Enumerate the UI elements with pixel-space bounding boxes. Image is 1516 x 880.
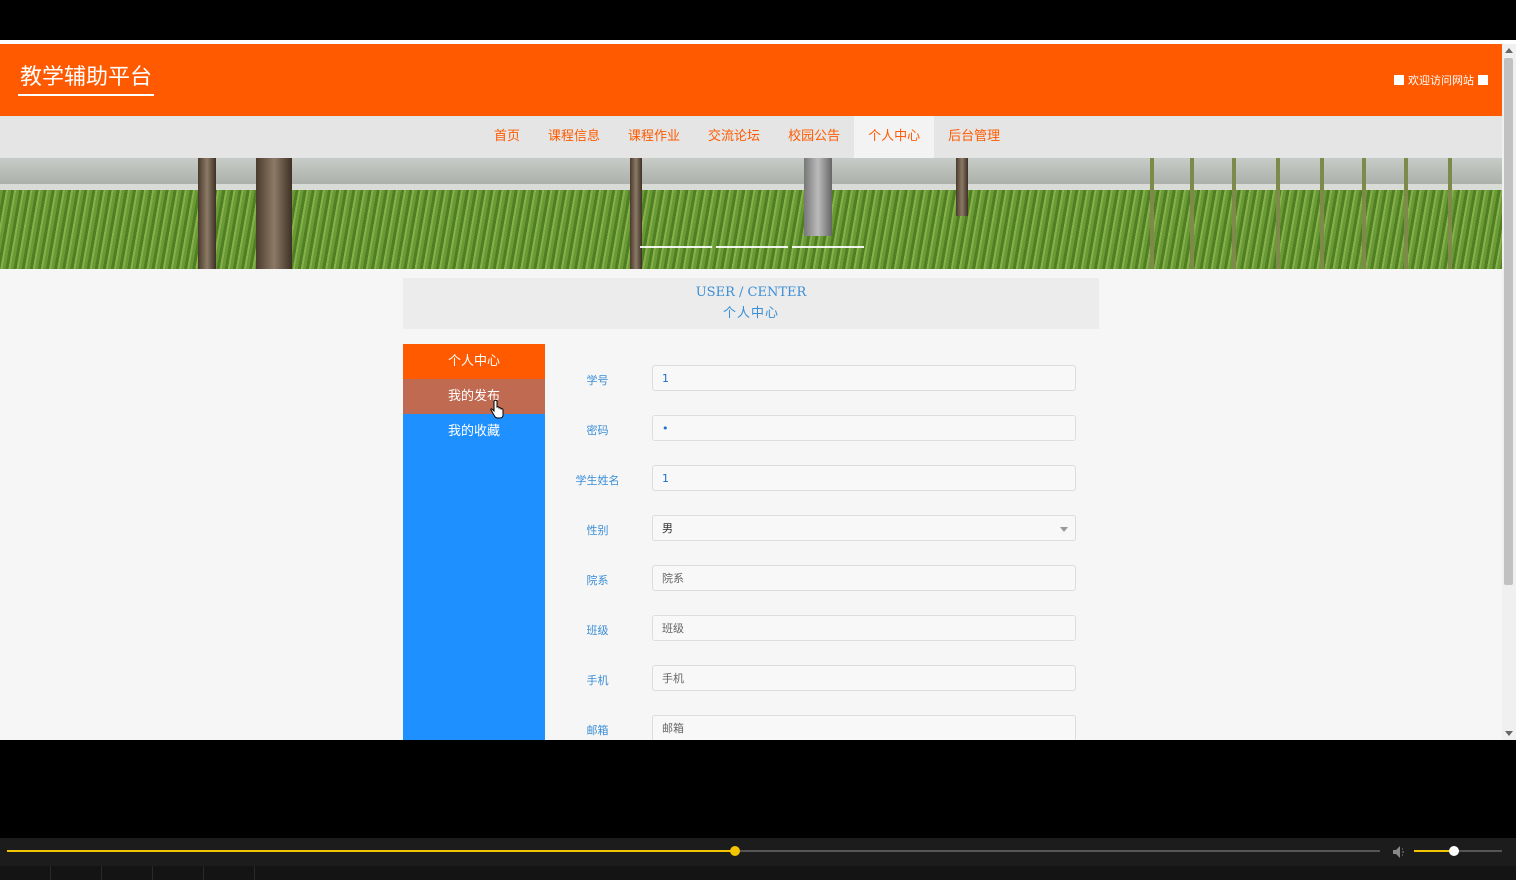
- nav-course-homework[interactable]: 课程作业: [614, 116, 694, 158]
- password-label: 密码: [586, 424, 609, 437]
- nav-home[interactable]: 首页: [480, 116, 534, 158]
- post: [804, 158, 832, 236]
- carousel-indicator-2[interactable]: [716, 246, 788, 248]
- phone-label: 手机: [586, 674, 609, 687]
- form-row-email: 邮箱 邮箱: [560, 714, 1080, 740]
- player-segment: [204, 866, 255, 880]
- bamboo: [1190, 158, 1194, 269]
- nav-user-center[interactable]: 个人中心: [854, 116, 935, 158]
- browser-viewport: 教学辅助平台 欢迎访问网站 首页 课程信息 课程作业 交流论坛 校园公告 个人中…: [0, 40, 1516, 740]
- email-input[interactable]: 邮箱: [652, 715, 1076, 740]
- nav-forum[interactable]: 交流论坛: [694, 116, 774, 158]
- site-title[interactable]: 教学辅助平台: [18, 64, 155, 96]
- site-header: 教学辅助平台 欢迎访问网站: [0, 44, 1502, 116]
- nav-admin[interactable]: 后台管理: [934, 116, 1014, 158]
- side-menu-my-favorites[interactable]: 我的收藏: [403, 414, 545, 449]
- bamboo: [1320, 158, 1324, 269]
- carousel-indicator-1[interactable]: [640, 246, 712, 248]
- volume-handle[interactable]: [1448, 846, 1459, 856]
- tree-trunk: [256, 158, 292, 269]
- welcome-text: 欢迎访问网站: [1408, 74, 1474, 87]
- square-icon: [1394, 75, 1404, 85]
- scroll-down-icon[interactable]: [1505, 731, 1513, 736]
- side-menu: 个人中心 我的发布 我的收藏: [403, 344, 545, 740]
- department-input[interactable]: 院系: [652, 565, 1076, 591]
- password-input[interactable]: •: [652, 415, 1076, 441]
- student-name-label: 学生姓名: [575, 474, 620, 487]
- bamboo: [1232, 158, 1236, 269]
- form-row-phone: 手机 手机: [560, 664, 1080, 694]
- form-row-class: 班级 班级: [560, 614, 1080, 644]
- square-icon: [1478, 75, 1488, 85]
- volume-slider[interactable]: [1414, 846, 1502, 856]
- nav-announcements[interactable]: 校园公告: [774, 116, 854, 158]
- seek-handle[interactable]: [729, 846, 740, 856]
- class-label: 班级: [586, 624, 609, 637]
- volume-icon[interactable]: [1392, 844, 1408, 863]
- tree-trunk: [198, 158, 216, 269]
- section-heading: USER / CENTER 个人中心: [403, 278, 1099, 329]
- player-segment: [102, 866, 153, 880]
- student-id-input[interactable]: 1: [652, 365, 1076, 391]
- main-nav: 首页 课程信息 课程作业 交流论坛 校园公告 个人中心 后台管理: [0, 116, 1502, 158]
- carousel-indicators: [640, 246, 864, 248]
- bamboo: [1448, 158, 1452, 269]
- class-input[interactable]: 班级: [652, 615, 1076, 641]
- page-scrollbar[interactable]: [1502, 44, 1516, 740]
- scrollbar-thumb[interactable]: [1504, 58, 1513, 585]
- phone-input[interactable]: 手机: [652, 665, 1076, 691]
- seek-bar[interactable]: [7, 846, 1380, 856]
- gender-label: 性别: [586, 524, 609, 537]
- player-segment: [153, 866, 204, 880]
- tree-trunk: [630, 158, 642, 269]
- bamboo: [1404, 158, 1408, 269]
- player-segment: [0, 866, 51, 880]
- scroll-up-icon[interactable]: [1505, 48, 1513, 53]
- video-player-controls: [0, 838, 1516, 880]
- banner-carousel[interactable]: [0, 158, 1502, 269]
- chevron-down-icon: [1060, 527, 1068, 532]
- form-row-department: 院系 院系: [560, 564, 1080, 594]
- email-label: 邮箱: [586, 724, 609, 737]
- gender-selected-value: 男: [662, 522, 673, 535]
- form-row-gender: 性别 男: [560, 514, 1080, 544]
- form-row-student-id: 学号 1: [560, 364, 1080, 394]
- bamboo: [1276, 158, 1280, 269]
- welcome-area: 欢迎访问网站: [1394, 72, 1488, 88]
- side-menu-user-center[interactable]: 个人中心: [403, 344, 545, 379]
- student-id-label: 学号: [586, 374, 609, 387]
- nav-course-info[interactable]: 课程信息: [534, 116, 614, 158]
- hand-cursor-icon: [490, 399, 504, 424]
- player-segment: [51, 866, 102, 880]
- bamboo: [1362, 158, 1366, 269]
- section-title-zh: 个人中心: [722, 306, 779, 321]
- bamboo: [1150, 158, 1154, 269]
- player-bottom-bar: [0, 866, 1516, 880]
- web-page: 教学辅助平台 欢迎访问网站 首页 课程信息 课程作业 交流论坛 校园公告 个人中…: [0, 44, 1502, 740]
- form-row-password: 密码 •: [560, 414, 1080, 444]
- section-title-en: USER / CENTER: [695, 285, 807, 300]
- student-name-input[interactable]: 1: [652, 465, 1076, 491]
- tree-trunk: [956, 158, 968, 216]
- department-label: 院系: [586, 574, 609, 587]
- volume-level: [1414, 850, 1454, 852]
- side-menu-my-posts[interactable]: 我的发布: [403, 379, 545, 414]
- gender-select[interactable]: 男: [652, 515, 1076, 541]
- seek-progress: [7, 850, 735, 852]
- carousel-indicator-3[interactable]: [792, 246, 864, 248]
- form-row-student-name: 学生姓名 1: [560, 464, 1080, 494]
